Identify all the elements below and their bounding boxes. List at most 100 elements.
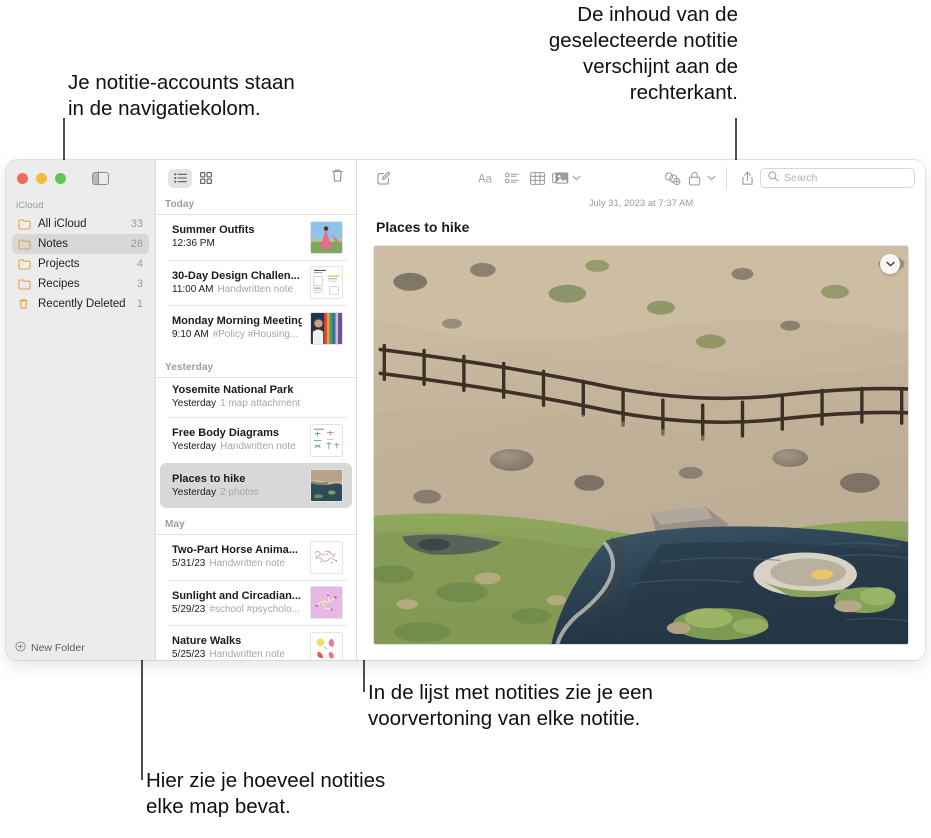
search-input[interactable]: Search — [760, 168, 916, 188]
note-timestamp: July 31, 2023 at 7:37 AM — [588, 198, 694, 209]
note-title: Two-Part Horse Anima... — [172, 544, 298, 556]
sidebar-item-all-icloud[interactable]: All iCloud 33 — [12, 214, 149, 234]
callout-accounts: Je notitie-accounts staan in de navigati… — [68, 71, 295, 120]
chevron-down-icon[interactable] — [705, 167, 719, 189]
photo-options-button[interactable] — [880, 254, 900, 274]
note-thumbnail — [310, 586, 343, 619]
callout-counts: Hier zie je hoeveel notities elke map be… — [146, 769, 386, 818]
note-title: Sunlight and Circadian... — [172, 589, 301, 602]
note-thumbnail — [310, 220, 343, 254]
format-text-icon[interactable]: Aa — [474, 167, 499, 189]
group-header-yesterday: Yesterday — [165, 361, 214, 373]
notes-list-column: Today Summer Outfits 12:36 PM 30-Day Des… — [155, 160, 357, 660]
notes-list-scroll[interactable]: Today Summer Outfits 12:36 PM 30-Day Des… — [156, 196, 356, 660]
note-meta: 5/29/23 #school #psycholo... — [172, 603, 302, 617]
note-title: 30-Day Design Challen... — [172, 269, 300, 282]
sidebar-item-label: Projects — [38, 258, 80, 270]
note-thumbnail — [310, 631, 343, 660]
share-icon[interactable] — [735, 167, 760, 189]
callout-preview: In de lijst met notities zie je een voor… — [368, 681, 653, 730]
sidebar: iCloud All iCloud 33 Notes 26 Projects 4… — [6, 160, 155, 660]
new-folder-button[interactable]: New Folder — [6, 636, 155, 660]
note-meta: 12:36 PM — [172, 237, 302, 251]
note-subtitle: #school #psycholo... — [209, 603, 300, 615]
sidebar-item-recently-deleted[interactable]: Recently Deleted 1 — [12, 294, 149, 314]
lock-icon[interactable] — [685, 167, 705, 189]
landscape-photo — [374, 246, 908, 644]
list-item[interactable]: Monday Morning Meeting 9:10 AM #Policy #H… — [160, 306, 352, 351]
list-item[interactable]: Yosemite National Park Yesterday 1 map at… — [160, 377, 352, 417]
list-item[interactable]: Nature Walks 5/25/23 Handwritten note — [160, 626, 352, 660]
checklist-icon[interactable] — [500, 167, 525, 189]
sidebar-item-count: 4 — [136, 258, 143, 270]
table-icon[interactable] — [525, 167, 550, 189]
sidebar-item-label: Recipes — [38, 278, 80, 290]
note-text: 30-Day Design Challen... 11:00 AM Handwri… — [172, 269, 302, 297]
note-meta: 11:00 AM Handwritten note — [172, 283, 302, 297]
sidebar-item-notes[interactable]: Notes 26 — [12, 234, 149, 254]
list-item[interactable]: Summer Outfits 12:36 PM — [160, 215, 352, 260]
note-title: Yosemite National Park — [172, 384, 294, 396]
list-view-icon[interactable] — [168, 168, 192, 188]
note-title: Monday Morning Meeting — [172, 315, 302, 327]
add-circle-icon — [15, 641, 26, 655]
list-item[interactable]: Two-Part Horse Anima... 5/31/23 Handwritt… — [160, 535, 352, 580]
sidebar-item-label: All iCloud — [38, 218, 87, 230]
traffic-lights[interactable] — [17, 172, 66, 184]
window-titlebar — [6, 160, 155, 196]
note-date: 5/31/23 — [172, 558, 206, 569]
note-title: Nature Walks — [172, 635, 242, 647]
note-meta: Yesterday 1 map attachment — [172, 397, 343, 411]
compose-note-icon[interactable] — [371, 167, 396, 189]
note-date: 11:00 AM — [172, 283, 214, 295]
search-icon — [768, 169, 779, 187]
list-item[interactable]: Sunlight and Circadian... 5/29/23 #school… — [160, 580, 352, 625]
note-detail-pane: Aa Search July 31, 2023 at 7:37 AM Place… — [357, 160, 925, 660]
close-button[interactable] — [17, 172, 28, 184]
delete-note-icon[interactable] — [331, 168, 344, 188]
sidebar-item-count: 3 — [136, 278, 143, 290]
note-subtitle: #Policy #Housing... — [212, 329, 299, 340]
folder-icon — [18, 238, 33, 250]
gallery-view-icon[interactable] — [194, 169, 218, 188]
note-date: Yesterday — [172, 486, 217, 498]
minimize-button[interactable] — [36, 172, 47, 184]
note-meta: 5/31/23 Handwritten note — [172, 557, 302, 571]
note-thumbnail — [310, 266, 343, 299]
group-header-today: Today — [165, 199, 195, 210]
sidebar-item-count: 26 — [130, 238, 143, 250]
folder-icon — [18, 258, 33, 270]
list-item[interactable]: Free Body Diagrams Yesterday Handwritten … — [160, 418, 352, 463]
chevron-down-icon[interactable] — [570, 167, 584, 189]
view-mode-segmented-control[interactable] — [168, 168, 218, 188]
folder-icon — [18, 278, 33, 290]
note-date: 5/25/23 — [172, 649, 206, 660]
note-subtitle: Handwritten note — [209, 558, 285, 569]
notes-app-window: iCloud All iCloud 33 Notes 26 Projects 4… — [6, 160, 925, 660]
note-text: Sunlight and Circadian... 5/29/23 #school… — [172, 589, 302, 617]
note-title-heading: Places to hike — [376, 219, 470, 235]
media-icon[interactable] — [550, 167, 570, 189]
sidebar-item-count: 1 — [136, 298, 143, 310]
sidebar-item-projects[interactable]: Projects 4 — [12, 254, 149, 274]
add-collaborator-icon[interactable] — [660, 167, 685, 189]
list-item-selected[interactable]: Places to hike Yesterday 2 photos — [160, 463, 352, 508]
note-thumbnail — [310, 423, 343, 457]
note-photo-attachment[interactable] — [373, 245, 909, 645]
note-date: 9:10 AM — [172, 329, 209, 340]
sidebar-section-label: iCloud — [16, 200, 44, 211]
trash-icon — [18, 298, 33, 310]
note-subtitle: Handwritten note — [209, 649, 285, 660]
note-subtitle: Handwritten note — [220, 441, 296, 452]
svg-text:Aa: Aa — [478, 173, 493, 185]
note-text: Two-Part Horse Anima... 5/31/23 Handwritt… — [172, 543, 302, 571]
new-folder-label: New Folder — [31, 642, 85, 654]
sidebar-item-label: Notes — [38, 238, 69, 250]
note-text: Nature Walks 5/25/23 Handwritten note — [172, 634, 302, 660]
list-item[interactable]: 30-Day Design Challen... 11:00 AM Handwri… — [160, 260, 352, 305]
zoom-button[interactable] — [55, 172, 66, 184]
sidebar-toggle-icon[interactable] — [92, 171, 109, 185]
sidebar-item-recipes[interactable]: Recipes 3 — [12, 274, 149, 294]
note-date: Yesterday — [172, 441, 217, 452]
